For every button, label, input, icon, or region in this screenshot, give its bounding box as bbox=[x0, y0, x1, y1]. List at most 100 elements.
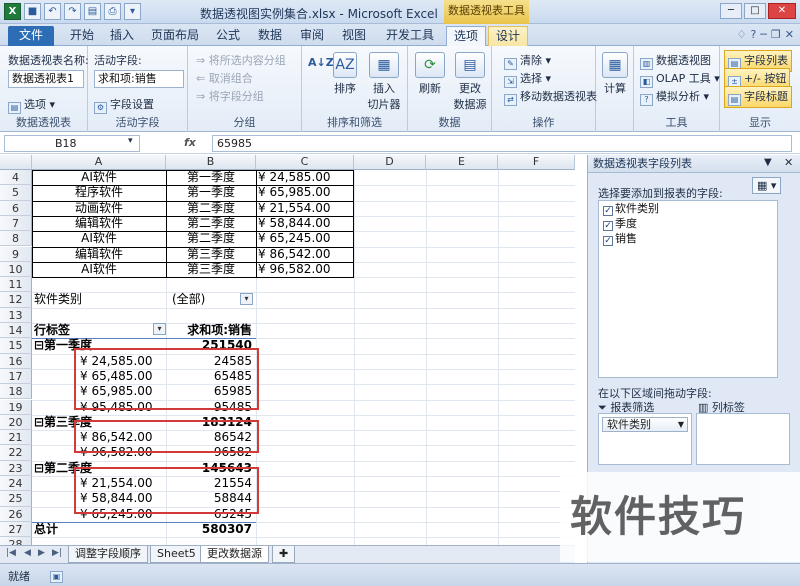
sort-button[interactable]: AZ 排序 bbox=[332, 52, 358, 96]
tab-review[interactable]: 审阅 bbox=[294, 26, 330, 46]
tab-design[interactable]: 设计 bbox=[488, 26, 528, 46]
cell-c[interactable] bbox=[258, 400, 354, 415]
sheet-tab-change-source[interactable]: 更改数据源 bbox=[200, 546, 269, 563]
column-header-e[interactable]: E bbox=[426, 155, 498, 170]
row-header[interactable]: 20 bbox=[0, 414, 32, 431]
cell-a[interactable]: 软件类别 bbox=[34, 292, 166, 307]
row-header[interactable]: 25 bbox=[0, 491, 32, 507]
row-header[interactable]: 17 bbox=[0, 368, 32, 385]
undo-icon[interactable]: ↶ bbox=[44, 3, 61, 20]
change-source-button[interactable]: ▤ 更改 数据源 bbox=[450, 52, 490, 112]
customize-qat-icon[interactable]: ▾ bbox=[124, 3, 141, 20]
row-header[interactable]: 5 bbox=[0, 185, 32, 201]
row-header[interactable]: 26 bbox=[0, 506, 32, 522]
spreadsheet-grid[interactable]: A B C D E F 4 AI软件 第一季度 ¥ 24,585.00 5 程序软件 第一季… bbox=[0, 155, 575, 545]
tab-formulas[interactable]: 公式 bbox=[210, 26, 246, 46]
tab-insert[interactable]: 插入 bbox=[104, 26, 140, 46]
cell-c[interactable] bbox=[258, 415, 354, 430]
prev-sheet-icon[interactable]: ◀ bbox=[24, 548, 31, 558]
sort-az-icon[interactable]: A↓Z bbox=[308, 56, 334, 69]
row-header[interactable]: 28 bbox=[0, 537, 32, 545]
column-header-b[interactable]: B bbox=[166, 155, 256, 170]
options-button[interactable]: ▤ 选项 ▾ bbox=[8, 96, 55, 114]
tab-page-layout[interactable]: 页面布局 bbox=[146, 26, 204, 46]
sheet-tab-sheet5[interactable]: Sheet5 bbox=[150, 546, 203, 563]
row-header[interactable]: 16 bbox=[0, 353, 32, 369]
pane-menu-icon[interactable]: ▼ bbox=[764, 157, 772, 168]
cell-b[interactable]: 580307 bbox=[166, 522, 252, 537]
save-icon[interactable]: ■ bbox=[24, 3, 41, 20]
name-box[interactable]: B18 bbox=[4, 135, 140, 152]
row-header[interactable]: 24 bbox=[0, 476, 32, 492]
cell-b[interactable] bbox=[166, 308, 252, 323]
fx-icon[interactable]: fx bbox=[184, 136, 196, 149]
refresh-button[interactable]: ⟳ 刷新 bbox=[414, 52, 446, 96]
row-header[interactable]: 12 bbox=[0, 292, 32, 308]
field-item[interactable]: ✓ 季度 bbox=[599, 216, 777, 231]
cell-b[interactable]: 求和项:销售 bbox=[166, 323, 252, 338]
cell-c[interactable] bbox=[258, 384, 354, 399]
field-settings-button[interactable]: ⚙ 字段设置 bbox=[94, 96, 154, 114]
dropdown-icon[interactable]: ▼ bbox=[678, 418, 684, 431]
cell-c[interactable] bbox=[258, 430, 354, 445]
olap-tools-button[interactable]: ◧ OLAP 工具 ▾ bbox=[640, 70, 720, 88]
workbook-restore-icon[interactable]: ❐ bbox=[771, 28, 781, 41]
quick-print-icon[interactable]: ⎙ bbox=[104, 3, 121, 20]
last-sheet-icon[interactable]: ▶| bbox=[52, 548, 62, 558]
tab-developer[interactable]: 开发工具 bbox=[380, 26, 440, 46]
column-header-f[interactable]: F bbox=[498, 155, 575, 170]
row-header[interactable]: 11 bbox=[0, 277, 32, 293]
collapse-ribbon-icon[interactable]: ♢ bbox=[737, 28, 747, 41]
row-header[interactable]: 19 bbox=[0, 399, 32, 415]
column-labels-area[interactable] bbox=[696, 413, 790, 465]
move-pivot-button[interactable]: ⇄ 移动数据透视表 bbox=[504, 88, 597, 106]
tab-data[interactable]: 数据 bbox=[252, 26, 288, 46]
clear-button[interactable]: ✎ 清除 ▾ bbox=[504, 52, 551, 70]
cell-a[interactable]: 总计 bbox=[34, 522, 166, 537]
select-all-corner[interactable] bbox=[0, 155, 32, 170]
pane-close-icon[interactable]: ✕ bbox=[784, 156, 793, 169]
column-header-c[interactable]: C bbox=[256, 155, 354, 170]
row-header[interactable]: 15 bbox=[0, 338, 32, 354]
row-label-filter-icon[interactable]: ▾ bbox=[153, 323, 166, 335]
cell-a[interactable] bbox=[34, 277, 166, 292]
calculate-button[interactable]: ▦ 计算 bbox=[600, 52, 630, 96]
field-headers-toggle[interactable]: ▤ 字段标题 bbox=[724, 86, 792, 108]
name-box-dropdown-icon[interactable]: ▾ bbox=[128, 136, 133, 146]
formula-input[interactable]: 65985 bbox=[212, 135, 792, 152]
row-header[interactable]: 4 bbox=[0, 170, 32, 186]
help-icon[interactable]: ? bbox=[750, 28, 756, 41]
row-header[interactable]: 21 bbox=[0, 430, 32, 446]
cell-c[interactable] bbox=[258, 338, 354, 353]
next-sheet-icon[interactable]: ▶ bbox=[38, 548, 45, 558]
row-header[interactable]: 6 bbox=[0, 200, 32, 216]
select-button[interactable]: ⇲ 选择 ▾ bbox=[504, 70, 551, 88]
cell-c[interactable] bbox=[258, 445, 354, 460]
report-filter-area[interactable]: 软件类别 ▼ bbox=[598, 413, 692, 465]
cell-c[interactable] bbox=[258, 369, 354, 384]
row-header[interactable]: 8 bbox=[0, 231, 32, 247]
row-header[interactable]: 9 bbox=[0, 246, 32, 262]
print-preview-icon[interactable]: ▤ bbox=[84, 3, 101, 20]
cell-c[interactable] bbox=[258, 308, 354, 323]
cell-a[interactable] bbox=[34, 537, 166, 545]
ungroup-button[interactable]: ⇐ 取消组合 bbox=[196, 70, 253, 86]
cell-c[interactable] bbox=[258, 277, 354, 292]
cell-c[interactable] bbox=[258, 507, 354, 522]
workbook-close-icon[interactable]: ✕ bbox=[785, 28, 794, 41]
checkbox-icon[interactable]: ✓ bbox=[603, 221, 613, 231]
row-header[interactable]: 14 bbox=[0, 323, 32, 339]
cell-b[interactable] bbox=[166, 277, 252, 292]
filter-field-item[interactable]: 软件类别 ▼ bbox=[602, 417, 688, 432]
insert-slicer-button[interactable]: ▦ 插入 切片器 bbox=[364, 52, 404, 112]
cell-c[interactable] bbox=[258, 491, 354, 506]
first-sheet-icon[interactable]: |◀ bbox=[6, 548, 16, 558]
tab-file[interactable]: 文件 bbox=[8, 26, 54, 46]
cell-c[interactable] bbox=[258, 354, 354, 369]
checkbox-icon[interactable]: ✓ bbox=[603, 236, 613, 246]
minimize-button[interactable]: ─ bbox=[720, 3, 742, 19]
pivot-name-input[interactable]: 数据透视表1 bbox=[8, 70, 84, 88]
row-header[interactable]: 23 bbox=[0, 460, 32, 476]
close-button[interactable]: ✕ bbox=[768, 3, 796, 19]
cell-c[interactable] bbox=[258, 476, 354, 491]
